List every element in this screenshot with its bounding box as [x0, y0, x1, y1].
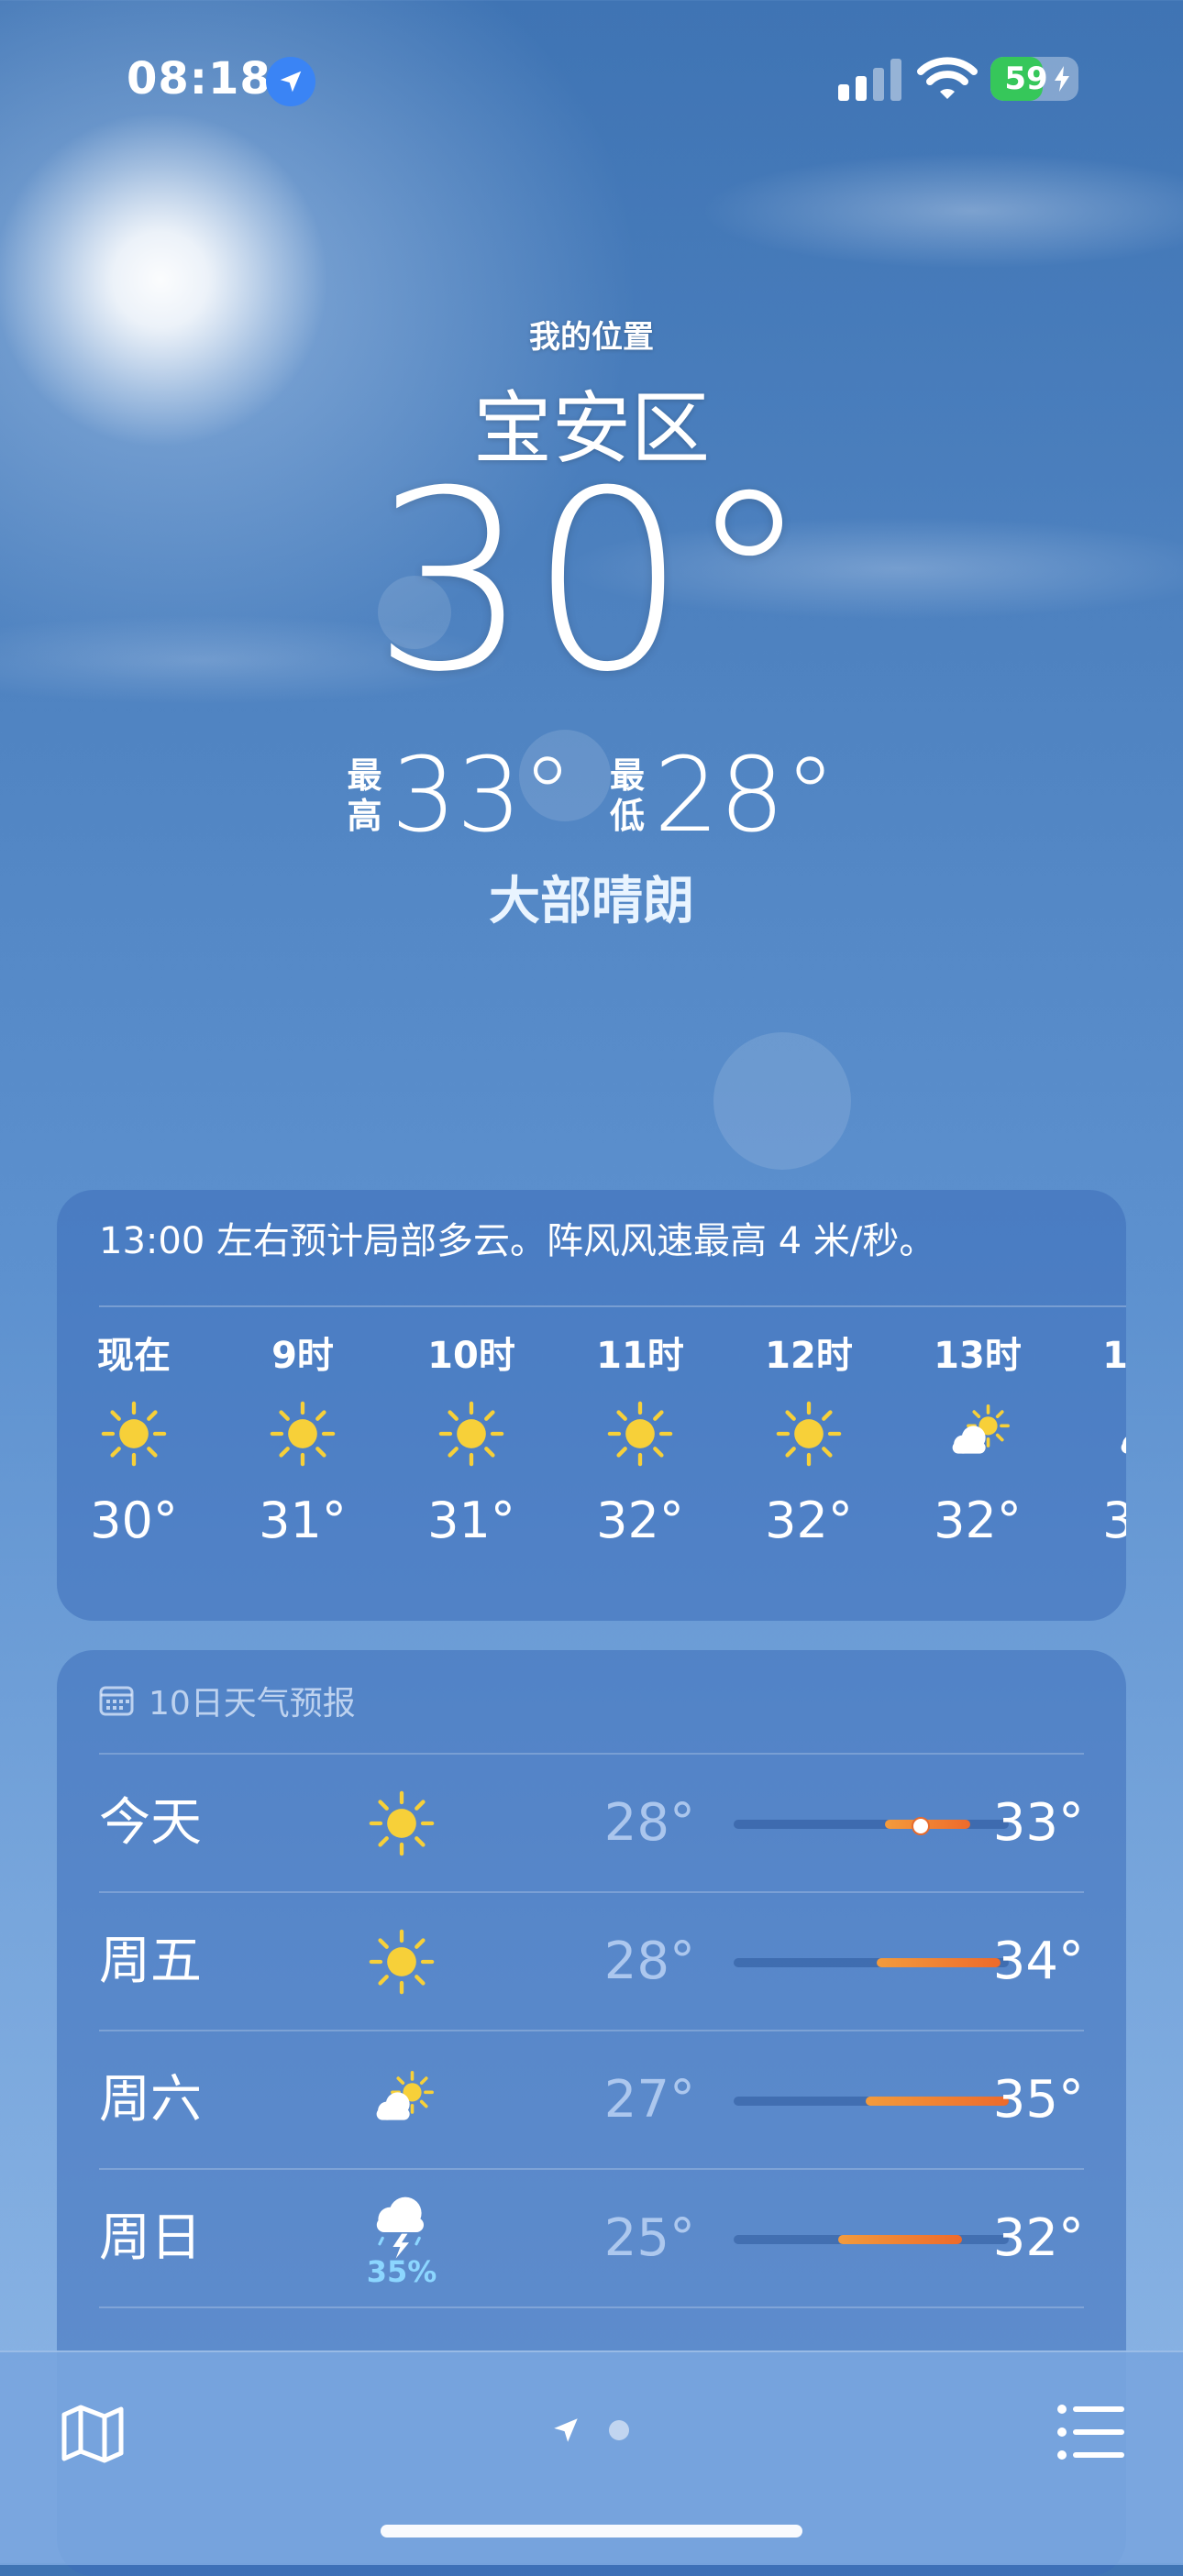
sun-icon — [571, 1388, 709, 1480]
location-label: 我的位置 — [529, 319, 654, 356]
hour-temperature: 31° — [427, 1492, 515, 1549]
hourly-item: 14时 32° — [1078, 1315, 1126, 1562]
sun-icon — [403, 1388, 540, 1480]
high-temperature: 33° — [992, 1793, 1084, 1853]
ten-day-title: 10日天气预报 — [149, 1685, 356, 1723]
thunderstorm-icon: 35% — [347, 2170, 457, 2307]
hour-label: 9时 — [271, 1335, 334, 1377]
hour-label: 11时 — [596, 1335, 684, 1377]
hour-temperature: 31° — [259, 1492, 347, 1549]
high-temperature: 34° — [992, 1932, 1084, 1991]
battery-percent: 59 — [1004, 61, 1048, 97]
location-arrow-icon — [266, 57, 315, 106]
day-name: 周六 — [99, 2070, 202, 2130]
low-temperature: 28° — [603, 1793, 695, 1853]
hourly-forecast-card[interactable]: 13:00 左右预计局部多云。阵风风速最高 4 米/秒。 现在 30° 9时 3… — [57, 1190, 1126, 1621]
high-temperature: 最 高 33° — [347, 741, 573, 851]
sun-icon — [347, 1893, 457, 2031]
page-dot — [609, 2420, 629, 2440]
weather-condition: 大部晴朗 — [489, 872, 694, 931]
low-label: 最 低 — [610, 755, 646, 836]
hourly-item: 10时 31° — [403, 1315, 540, 1562]
hour-label: 14时 — [1102, 1335, 1126, 1377]
low-temperature: 28° — [603, 1932, 695, 1991]
daily-row[interactable]: 周五 28° 34° — [99, 1893, 1084, 2031]
high-temperature: 32° — [992, 2208, 1084, 2268]
current-temperature-dot — [912, 1817, 930, 1835]
sun-icon — [65, 1388, 203, 1480]
hourly-item: 12时 32° — [740, 1315, 878, 1562]
status-bar: 08:18 59 — [0, 0, 1183, 156]
hour-label: 13时 — [934, 1335, 1022, 1377]
hour-temperature: 32° — [934, 1492, 1022, 1549]
daily-row[interactable]: 周日 35% 25° 32° — [99, 2170, 1084, 2307]
lens-flare — [713, 1032, 851, 1170]
battery-icon: 59 — [990, 57, 1078, 101]
list-icon[interactable] — [1056, 2402, 1124, 2462]
temperature-range-bar — [734, 2097, 1009, 2106]
low-temperature: 27° — [603, 2070, 695, 2130]
hourly-item: 13时 32° — [909, 1315, 1046, 1562]
precipitation-chance: 35% — [366, 2254, 437, 2289]
temperature-range-fill — [838, 2235, 962, 2244]
map-icon[interactable] — [59, 2400, 127, 2468]
ten-day-header: 10日天气预报 — [99, 1678, 356, 1723]
current-temperature: 30° — [371, 437, 812, 726]
hour-label: 10时 — [427, 1335, 515, 1377]
divider — [99, 2306, 1084, 2308]
home-indicator[interactable] — [381, 2525, 802, 2537]
day-name: 周五 — [99, 1932, 202, 1991]
hourly-summary: 13:00 左右预计局部多云。阵风风速最高 4 米/秒。 — [99, 1220, 936, 1262]
hour-label: 12时 — [765, 1335, 853, 1377]
day-name: 今天 — [99, 1793, 202, 1853]
hourly-scroll-row[interactable]: 现在 30° 9时 31° 10时 31° 11时 32° 12时 32° 13… — [57, 1315, 1126, 1608]
daily-row[interactable]: 周六 27° 35° — [99, 2031, 1084, 2169]
temperature-range-bar — [734, 1958, 1009, 1967]
high-label: 最 高 — [347, 755, 382, 836]
sun-icon — [740, 1388, 878, 1480]
high-low-temperature: 最 高 33° 最 低 28° — [0, 741, 1183, 851]
divider — [99, 1305, 1126, 1307]
hourly-item: 现在 30° — [65, 1315, 203, 1562]
hour-temperature: 32° — [596, 1492, 684, 1549]
calendar-icon — [99, 1686, 134, 1716]
status-time: 08:18 — [127, 53, 271, 105]
low-value: 28° — [654, 736, 836, 855]
hour-temperature: 32° — [1102, 1492, 1126, 1549]
partly-cloudy-icon — [1078, 1388, 1126, 1480]
charging-bolt-icon — [1055, 66, 1069, 92]
page-indicator[interactable] — [550, 2415, 629, 2446]
partly-cloudy-icon — [909, 1388, 1046, 1480]
partly-cloudy-icon — [347, 2031, 457, 2169]
hourly-item: 9时 31° — [234, 1315, 371, 1562]
low-temperature: 最 低 28° — [610, 741, 836, 851]
high-temperature: 35° — [992, 2070, 1084, 2130]
wifi-icon — [917, 57, 978, 99]
sun-icon — [347, 1755, 457, 1892]
high-value: 33° — [391, 736, 573, 855]
sun-icon — [234, 1388, 371, 1480]
hourly-item: 11时 32° — [571, 1315, 709, 1562]
temperature-range-bar — [734, 2235, 1009, 2244]
day-name: 周日 — [99, 2208, 202, 2268]
daily-row[interactable]: 今天 28° 33° — [99, 1755, 1084, 1892]
hour-temperature: 32° — [765, 1492, 853, 1549]
hour-label: 现在 — [97, 1335, 171, 1377]
low-temperature: 25° — [603, 2208, 695, 2268]
temperature-range-bar — [734, 1817, 1009, 1835]
cellular-signal-icon — [838, 59, 901, 101]
location-arrow-icon — [554, 2418, 578, 2442]
hour-temperature: 30° — [90, 1492, 178, 1549]
